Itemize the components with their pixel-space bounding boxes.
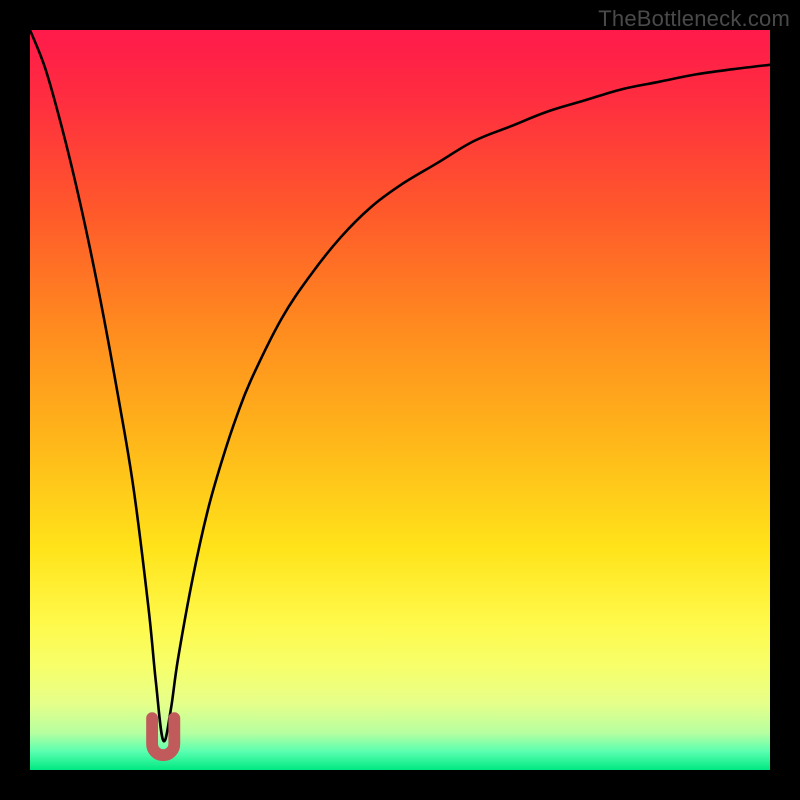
plot-area [30, 30, 770, 770]
watermark-text: TheBottleneck.com [598, 6, 790, 32]
curve-layer [30, 30, 770, 770]
bottleneck-curve [30, 30, 770, 741]
outer-frame: TheBottleneck.com [0, 0, 800, 800]
